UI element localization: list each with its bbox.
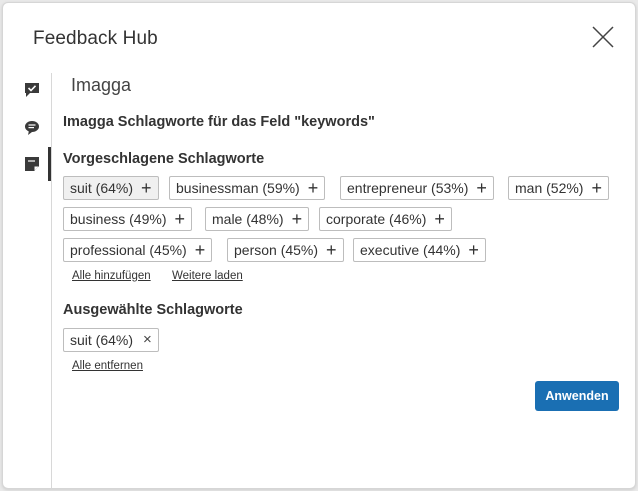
suggested-tag[interactable]: business (49%) + — [63, 207, 193, 231]
intro-heading: Imagga Schlagworte für das Feld "keyword… — [63, 114, 375, 130]
sidebar-item-feedback[interactable] — [23, 81, 41, 99]
suggested-tag[interactable]: professional (45%) + — [63, 238, 213, 262]
suggested-tag[interactable]: suit (64%) + — [63, 176, 159, 200]
suggested-tag[interactable]: man (52%) + — [508, 176, 609, 200]
plus-icon: + — [141, 178, 152, 198]
plus-icon: + — [307, 178, 319, 198]
sidebar — [3, 73, 52, 488]
tag-label: suit (64%) — [70, 180, 134, 196]
plus-icon: + — [468, 240, 479, 260]
remove-icon[interactable]: × — [143, 329, 152, 351]
tag-label: person (45%) — [234, 242, 319, 258]
suggested-tag[interactable]: businessman (59%) + — [169, 176, 326, 200]
plus-icon: + — [174, 209, 186, 229]
tag-label: male (48%) — [212, 211, 284, 227]
sidebar-item-comments[interactable] — [23, 119, 41, 137]
dialog-title: Feedback Hub — [33, 28, 158, 49]
feedback-hub-dialog: Feedback Hub Imagga Imagga Schlagworte f… — [2, 2, 636, 489]
chat-check-icon — [25, 83, 39, 97]
suggested-tag[interactable]: male (48%) + — [205, 207, 310, 231]
sidebar-active-indicator — [48, 147, 51, 181]
suggested-tag[interactable]: person (45%) + — [227, 238, 344, 262]
selected-tag[interactable]: suit (64%) × — [63, 328, 159, 352]
apply-button[interactable]: Anwenden — [535, 381, 619, 411]
tag-label: executive (44%) — [360, 242, 461, 258]
plus-icon: + — [194, 240, 206, 260]
plus-icon: + — [326, 240, 337, 260]
tag-label: corporate (46%) — [326, 211, 427, 227]
sidebar-item-imagga[interactable] — [23, 155, 41, 173]
speech-bubble-icon — [25, 121, 39, 135]
tag-label: entrepreneur (53%) — [347, 180, 469, 196]
plus-icon: + — [434, 209, 445, 229]
close-icon — [592, 26, 614, 48]
plus-icon: + — [291, 209, 303, 229]
section-title: Imagga — [71, 75, 132, 95]
suggested-tag[interactable]: corporate (46%) + — [319, 207, 452, 231]
suggested-heading: Vorgeschlagene Schlagworte — [63, 151, 265, 167]
close-button[interactable] — [590, 24, 616, 50]
tag-label: businessman (59%) — [176, 180, 300, 196]
plus-icon: + — [591, 178, 602, 198]
tag-label: business (49%) — [70, 211, 167, 227]
suggested-tag[interactable]: entrepreneur (53%) + — [340, 176, 494, 200]
note-icon — [25, 157, 39, 171]
add-all-link[interactable]: Alle hinzufügen — [72, 270, 151, 282]
tag-label: professional (45%) — [70, 242, 187, 258]
selected-heading: Ausgewählte Schlagworte — [63, 302, 243, 318]
remove-all-link[interactable]: Alle entfernen — [72, 360, 143, 372]
suggested-tag[interactable]: executive (44%) + — [353, 238, 486, 262]
plus-icon: + — [476, 178, 487, 198]
tag-label: suit (64%) — [70, 332, 134, 348]
tag-label: man (52%) — [515, 180, 584, 196]
load-more-link[interactable]: Weitere laden — [172, 270, 243, 282]
